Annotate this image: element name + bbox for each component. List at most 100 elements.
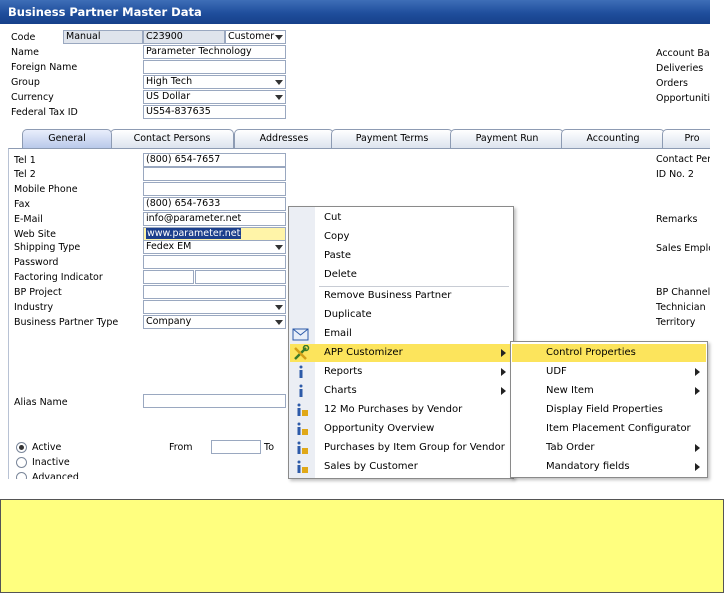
menu-item-duplicate-label: Duplicate xyxy=(324,309,372,320)
bp-type-text: Customer xyxy=(228,31,275,42)
menu-item-copy[interactable]: Copy xyxy=(290,228,512,246)
menu-item-purchases-item-group[interactable]: Purchases by Item Group for Vendor xyxy=(290,439,512,457)
bp-type-label: Business Partner Type xyxy=(14,317,119,328)
fax-field[interactable]: (800) 654-7633 xyxy=(143,197,286,211)
mobile-phone-field[interactable] xyxy=(143,182,286,196)
id-no2-label: ID No. 2 xyxy=(656,169,694,180)
menu-item-delete-label: Delete xyxy=(324,269,357,280)
submenu-arrow-icon xyxy=(501,368,506,376)
menu-item-paste[interactable]: Paste xyxy=(290,247,512,265)
menu-item-purchases-vendor[interactable]: 12 Mo Purchases by Vendor xyxy=(290,401,512,419)
fax-label: Fax xyxy=(14,199,31,210)
territory-label: Territory xyxy=(656,317,696,328)
submenu-item-item-placement[interactable]: Item Placement Configurator xyxy=(512,420,706,438)
tab-accounting[interactable]: Accounting xyxy=(561,129,665,148)
to-label: To xyxy=(264,442,275,453)
tel2-label: Tel 2 xyxy=(14,169,36,180)
query-icon xyxy=(297,441,308,454)
inactive-label: Inactive xyxy=(32,457,70,468)
tab-contact-persons[interactable]: Contact Persons xyxy=(110,129,234,148)
menu-item-charts[interactable]: Charts xyxy=(290,382,512,400)
note-box xyxy=(0,499,724,593)
shipping-type-select[interactable]: Fedex EM xyxy=(143,240,286,254)
tab-payment-run[interactable]: Payment Run xyxy=(450,129,564,148)
shipping-type-text: Fedex EM xyxy=(146,241,192,252)
currency-select[interactable]: US Dollar xyxy=(143,90,286,104)
menu-item-app-customizer[interactable]: APP Customizer xyxy=(290,344,512,362)
deliveries-label: Deliveries xyxy=(656,63,704,74)
factoring-indicator-name-field[interactable] xyxy=(195,270,286,284)
industry-select[interactable] xyxy=(143,300,286,314)
menu-item-opportunity-overview[interactable]: Opportunity Overview xyxy=(290,420,512,438)
chevron-down-icon xyxy=(275,35,283,40)
website-text: www.parameter.net xyxy=(146,228,242,239)
menu-item-delete[interactable]: Delete xyxy=(290,266,512,284)
menu-item-sales-customer[interactable]: Sales by Customer xyxy=(290,458,512,476)
menu-item-duplicate[interactable]: Duplicate xyxy=(290,306,512,324)
code-field[interactable]: C23900 xyxy=(143,30,225,44)
query-icon xyxy=(297,460,308,473)
name-label: Name xyxy=(11,47,40,58)
active-radio[interactable] xyxy=(16,442,27,453)
submenu-item-udf[interactable]: UDF xyxy=(512,363,706,381)
alias-name-field[interactable] xyxy=(143,394,286,408)
shipping-type-label: Shipping Type xyxy=(14,242,81,253)
context-menu: Cut Copy Paste Delete Remove Business Pa… xyxy=(288,206,514,479)
menu-item-charts-label: Charts xyxy=(324,385,357,396)
menu-item-purchases-item-group-label: Purchases by Item Group for Vendor xyxy=(324,442,505,453)
account-balance-label: Account Ba xyxy=(656,48,710,59)
submenu-arrow-icon xyxy=(695,387,700,395)
email-field[interactable]: info@parameter.net xyxy=(143,212,286,226)
name-field[interactable]: Parameter Technology xyxy=(143,45,286,59)
federal-tax-label: Federal Tax ID xyxy=(11,107,78,118)
code-series-field[interactable]: Manual xyxy=(63,30,143,44)
orders-label: Orders xyxy=(656,78,688,89)
menu-item-email[interactable]: Email xyxy=(290,325,512,343)
currency-label: Currency xyxy=(11,92,54,103)
submenu-item-new-item[interactable]: New Item xyxy=(512,382,706,400)
submenu-item-mandatory-fields[interactable]: Mandatory fields xyxy=(512,458,706,476)
password-field[interactable] xyxy=(143,255,286,269)
tel2-field[interactable] xyxy=(143,167,286,181)
foreign-name-field[interactable] xyxy=(143,60,286,74)
tab-properties[interactable]: Pro xyxy=(662,129,710,148)
menu-item-remove-bp[interactable]: Remove Business Partner xyxy=(290,287,512,305)
menu-item-email-label: Email xyxy=(324,328,352,339)
chevron-down-icon xyxy=(275,245,283,250)
federal-tax-field[interactable]: US54-837635 xyxy=(143,105,286,119)
tab-addresses[interactable]: Addresses xyxy=(234,129,334,148)
menu-item-reports[interactable]: Reports xyxy=(290,363,512,381)
menu-item-paste-label: Paste xyxy=(324,250,351,261)
submenu-arrow-icon xyxy=(695,444,700,452)
currency-text: US Dollar xyxy=(146,91,191,102)
menu-item-remove-bp-label: Remove Business Partner xyxy=(324,290,452,301)
website-field[interactable]: www.parameter.net xyxy=(143,227,286,241)
submenu-item-display-field-properties-label: Display Field Properties xyxy=(546,404,663,415)
foreign-name-label: Foreign Name xyxy=(11,62,78,73)
bp-type-field[interactable]: Company xyxy=(143,315,286,329)
chevron-down-icon xyxy=(275,80,283,85)
group-select[interactable]: High Tech xyxy=(143,75,286,89)
from-date-field[interactable] xyxy=(211,440,261,454)
chart-icon xyxy=(299,384,303,397)
menu-item-sales-customer-label: Sales by Customer xyxy=(324,461,418,472)
menu-item-app-customizer-label: APP Customizer xyxy=(324,347,403,358)
tab-payment-terms[interactable]: Payment Terms xyxy=(331,129,453,148)
factoring-indicator-field[interactable] xyxy=(143,270,194,284)
submenu-item-control-properties[interactable]: Control Properties xyxy=(512,344,706,362)
submenu-item-display-field-properties[interactable]: Display Field Properties xyxy=(512,401,706,419)
submenu-item-tab-order[interactable]: Tab Order xyxy=(512,439,706,457)
menu-item-copy-label: Copy xyxy=(324,231,350,242)
tel1-field[interactable]: (800) 654-7657 xyxy=(143,153,286,167)
email-text: info@parameter.net xyxy=(146,213,242,224)
contact-person-label: Contact Per xyxy=(656,154,710,165)
bp-project-field[interactable] xyxy=(143,285,286,299)
inactive-radio[interactable] xyxy=(16,457,27,468)
bp-type-select[interactable]: Customer xyxy=(225,30,286,44)
tab-general[interactable]: General xyxy=(22,129,112,148)
query-icon xyxy=(297,422,308,435)
menu-item-cut[interactable]: Cut xyxy=(290,209,512,227)
advanced-radio[interactable] xyxy=(16,472,27,479)
factoring-indicator-label: Factoring Indicator xyxy=(14,272,103,283)
submenu-arrow-icon xyxy=(501,349,506,357)
